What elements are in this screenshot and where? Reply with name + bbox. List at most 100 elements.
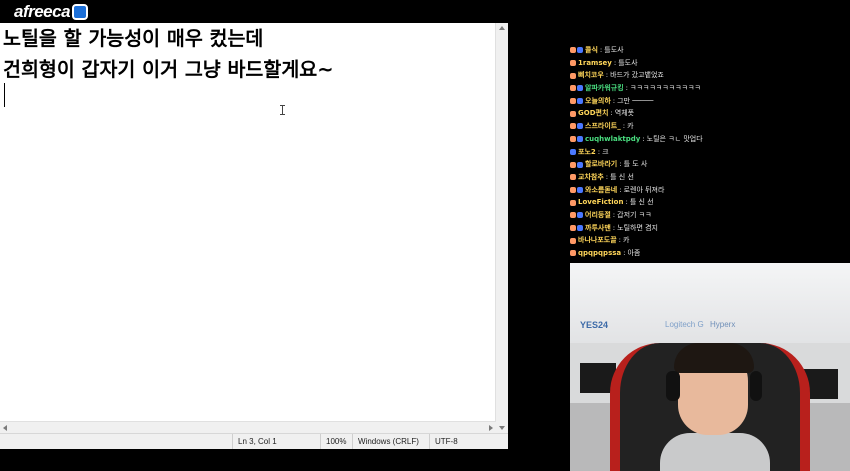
chat-nickname[interactable]: qpqpqpssa xyxy=(578,247,621,260)
afreecatv-logo: afreeca xyxy=(14,2,89,22)
scroll-right-arrow-icon[interactable] xyxy=(489,425,493,431)
chat-text: 노틸은 ㅋㄴ 맛업다 xyxy=(646,134,703,143)
chat-text: 아좀 xyxy=(627,249,641,257)
chat-text: 틀 신 선 xyxy=(610,172,634,181)
chat-message: 와소름돋네: 로렌아 뒤져라 xyxy=(570,184,850,197)
chat-nickname[interactable]: 알파카워규킹 xyxy=(585,82,624,95)
headset-right xyxy=(750,371,762,401)
chat-nickname[interactable]: 1ramsey xyxy=(578,57,612,70)
fan-badge-icon xyxy=(570,85,576,92)
sponsor-yes24: YES24 xyxy=(580,320,609,330)
chat-nickname[interactable]: 스프라이트_ xyxy=(585,120,621,133)
encoding: UTF-8 xyxy=(429,434,505,449)
chat-separator: : xyxy=(619,185,622,194)
chat-separator: : xyxy=(625,84,628,93)
subscriber-badge-icon xyxy=(577,224,583,231)
fan-badge-icon xyxy=(570,123,576,130)
chat-separator: : xyxy=(599,46,603,54)
streamer-hair xyxy=(674,343,754,373)
chat-nickname[interactable]: 오늘의하 xyxy=(585,95,611,108)
chat-text: 노틸하면 겸지 xyxy=(617,223,658,232)
fan-badge-icon xyxy=(570,72,576,79)
chat-nickname[interactable]: 할로바라기 xyxy=(585,158,617,171)
webcam-feed: YES24 Logitech G Hyperx xyxy=(570,263,850,471)
chat-separator: : xyxy=(610,109,613,118)
zoom-level: 100% xyxy=(320,434,350,449)
fan-badge-icon xyxy=(570,237,576,244)
fan-badge-icon xyxy=(570,224,576,231)
chat-separator: : xyxy=(642,134,645,143)
chat-separator: : xyxy=(622,122,626,131)
chat-text: ㅋㅋㅋㅋㅋㅋㅋㅋㅋㅋㅋ xyxy=(630,84,701,93)
chat-nickname[interactable]: 교차참추 xyxy=(578,171,604,184)
chat-nickname[interactable]: 포노2 xyxy=(578,146,596,159)
chat-nickname[interactable]: 삐치코우 xyxy=(578,69,604,82)
sponsor-logitech: Logitech G xyxy=(665,320,704,329)
chat-nickname[interactable]: 까투사맨 xyxy=(585,222,611,235)
chat-message: GOD편치: 역체폿 xyxy=(570,107,850,120)
sponsor-wall xyxy=(570,263,850,343)
fan-badge-icon xyxy=(570,212,576,219)
chat-message: 스프라이트_: 카 xyxy=(570,120,850,133)
fan-badge-icon xyxy=(570,250,576,257)
vertical-scrollbar[interactable] xyxy=(495,23,508,433)
scroll-down-arrow-icon[interactable] xyxy=(499,426,505,430)
chat-nickname[interactable]: GOD편치 xyxy=(578,107,608,120)
cursor-position: Ln 3, Col 1 xyxy=(232,434,318,449)
chat-message: 포노2: 크 xyxy=(570,146,850,159)
chat-nickname[interactable]: 와소름돋네 xyxy=(585,184,617,197)
chat-message: qpqpqpssa: 아좀 xyxy=(570,247,850,260)
subscriber-badge-icon xyxy=(577,136,583,143)
chat-separator: : xyxy=(612,223,616,232)
chat-text: 카 xyxy=(627,122,634,131)
chat-message: 삐치코우: 바드가 갔고뱉었죠 xyxy=(570,69,850,82)
chat-nickname[interactable]: 어리둥절 xyxy=(585,209,611,222)
text-line-2: 건희형이 갑자기 이거 그냥 바드할게요~ xyxy=(3,58,334,81)
line-ending: Windows (CRLF) xyxy=(352,434,428,449)
chat-nickname[interactable]: LoveFiction xyxy=(578,196,623,209)
logo-text: afreeca xyxy=(14,2,71,21)
chat-message: 바나나포도끌: 카 xyxy=(570,234,850,247)
subscriber-badge-icon xyxy=(570,148,576,155)
chat-message: 콜식: 틀도사 xyxy=(570,44,850,57)
chat-message: LoveFiction: 틀 신 선 xyxy=(570,196,850,209)
chat-text: 크 xyxy=(602,147,609,156)
sponsor-hyperx: Hyperx xyxy=(710,320,736,329)
chat-message: 할로바라기: 틀 도 사 xyxy=(570,158,850,171)
text-line-1: 노틸을 할 가능성이 매우 컸는데 xyxy=(3,27,264,50)
fan-badge-icon xyxy=(570,136,576,143)
chat-separator: : xyxy=(612,96,616,105)
chat-message: 알파카워규킹: ㅋㅋㅋㅋㅋㅋㅋㅋㅋㅋㅋ xyxy=(570,82,850,95)
status-bar: Ln 3, Col 1 100% Windows (CRLF) UTF-8 xyxy=(0,433,508,449)
subscriber-badge-icon xyxy=(577,186,583,193)
chat-separator: : xyxy=(623,249,626,257)
tv-logo-icon xyxy=(72,4,89,20)
chat-separator: : xyxy=(625,198,628,207)
notepad-window: 노틸을 할 가능성이 매우 컸는데 건희형이 갑자기 이거 그냥 바드할게요~ … xyxy=(0,23,508,449)
chat-panel: 콜식: 틀도사 1ramsey: 틀도사 삐치코우: 바드가 갔고뱉었죠 알파카워규킹: ㅋㅋ… xyxy=(570,44,850,262)
fan-badge-icon xyxy=(570,47,576,54)
fan-badge-icon xyxy=(570,161,576,168)
chat-message: 까투사맨: 노틸하면 겸지 xyxy=(570,222,850,235)
chat-text: 틀도사 xyxy=(604,46,624,54)
subscriber-badge-icon xyxy=(577,47,583,54)
text-editor-area[interactable]: 노틸을 할 가능성이 매우 컸는데 건희형이 갑자기 이거 그냥 바드할게요~ xyxy=(0,23,496,433)
scroll-up-arrow-icon[interactable] xyxy=(499,26,505,30)
headset-left xyxy=(666,371,680,401)
chat-text: 그만 ───── xyxy=(617,96,654,105)
chat-text: 카 xyxy=(623,236,630,245)
chat-nickname[interactable]: 바나나포도끌 xyxy=(578,234,617,247)
fan-badge-icon xyxy=(570,199,576,206)
scroll-left-arrow-icon[interactable] xyxy=(3,425,7,431)
subscriber-badge-icon xyxy=(577,123,583,130)
chat-separator: : xyxy=(597,147,601,156)
chat-nickname[interactable]: cuqhwlaktpdy xyxy=(585,133,640,146)
chat-nickname[interactable]: 콜식 xyxy=(585,44,598,57)
chat-message: 교차참추: 틀 신 선 xyxy=(570,171,850,184)
streamer-body xyxy=(660,433,770,471)
fan-badge-icon xyxy=(570,186,576,193)
chat-separator: : xyxy=(605,71,609,80)
chat-separator: : xyxy=(613,58,617,67)
chat-separator: : xyxy=(612,210,616,219)
fan-badge-icon xyxy=(570,174,576,181)
